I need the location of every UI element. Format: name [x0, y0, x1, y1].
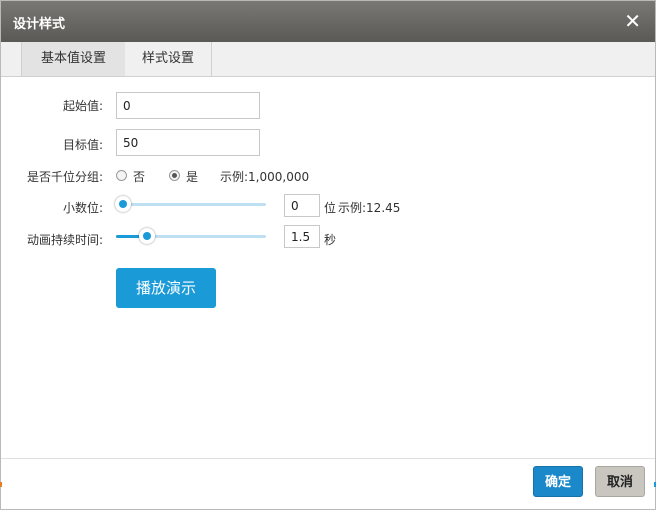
ok-button[interactable]: 确定 [533, 466, 583, 497]
footer-divider [1, 458, 655, 459]
grouping-no-radio[interactable] [116, 170, 127, 181]
tab-style-settings[interactable]: 样式设置 [125, 42, 212, 76]
cancel-button[interactable]: 取消 [595, 466, 645, 497]
grouping-yes-radio[interactable] [169, 170, 180, 181]
start-value-input[interactable] [116, 92, 260, 119]
tab-bar: 基本值设置 样式设置 [1, 42, 655, 77]
start-value-label: 起始值: [62, 99, 103, 113]
decimals-input[interactable] [284, 194, 320, 217]
duration-label: 动画持续时间: [26, 233, 103, 247]
decimals-slider-thumb[interactable] [115, 196, 131, 212]
dialog-title: 设计样式 [13, 17, 66, 32]
play-demo-button[interactable]: 播放演示 [116, 268, 216, 308]
decimals-label: 小数位: [62, 201, 103, 215]
decimals-example: 示例:12.45 [338, 201, 401, 215]
decimals-slider-track[interactable] [116, 203, 266, 206]
edge-accent-left [0, 482, 2, 487]
decimals-unit: 位 [324, 201, 337, 215]
grouping-no-label: 否 [133, 170, 146, 184]
close-icon[interactable]: ✕ [624, 10, 641, 32]
dialog: 设计样式 ✕ 基本值设置 样式设置 起始值: 目标值: 是否千位分组: 否 是 … [0, 0, 656, 510]
grouping-yes-label: 是 [186, 170, 199, 184]
duration-slider-fill [116, 235, 140, 238]
duration-slider-thumb[interactable] [139, 228, 155, 244]
title-bar: 设计样式 ✕ [1, 1, 655, 42]
tab-basic-values[interactable]: 基本值设置 [21, 42, 126, 76]
grouping-label: 是否千位分组: [26, 170, 103, 184]
duration-unit: 秒 [324, 233, 337, 247]
target-value-input[interactable] [116, 129, 260, 156]
target-value-label: 目标值: [62, 138, 103, 152]
duration-input[interactable] [284, 225, 320, 248]
grouping-example: 示例:1,000,000 [220, 170, 310, 184]
